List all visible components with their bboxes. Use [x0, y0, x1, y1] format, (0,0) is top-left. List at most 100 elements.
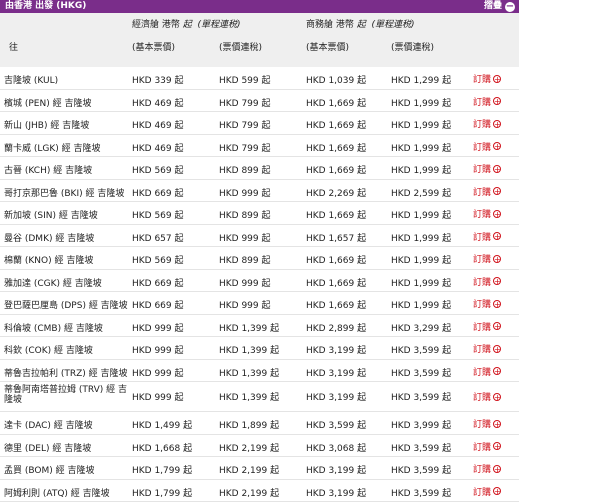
- economy-total-cell: HKD 799 起: [219, 96, 271, 109]
- book-label: 訂購: [473, 95, 491, 108]
- table-row: 科欽 (COK) 經 吉隆坡HKD 999 起HKD 1,399 起HKD 3,…: [0, 337, 519, 360]
- destination-cell: 哥打京那巴魯 (BKI) 經 吉隆坡: [4, 186, 124, 199]
- table-row: 哥打京那巴魯 (BKI) 經 吉隆坡HKD 669 起HKD 999 起HKD …: [0, 180, 519, 203]
- book-button[interactable]: 訂購+: [473, 117, 501, 130]
- plus-circle-icon: +: [493, 322, 501, 330]
- economy-total-cell: HKD 999 起: [219, 276, 271, 289]
- plus-circle-icon: +: [493, 187, 501, 195]
- table-row: 阿姆利則 (ATQ) 經 吉隆坡HKD 1,799 起HKD 2,199 起HK…: [0, 480, 519, 502]
- book-button[interactable]: 訂購+: [473, 185, 501, 198]
- business-base-cell: HKD 1,669 起: [306, 208, 366, 221]
- economy-base-cell: HKD 469 起: [132, 96, 184, 109]
- destination-cell: 科欽 (COK) 經 吉隆坡: [4, 343, 93, 356]
- section-header: 由香港 出發 (HKG) 摺疊 −: [0, 0, 519, 13]
- destination-cell: 新加坡 (SIN) 經 吉隆坡: [4, 208, 98, 221]
- business-base-cell: HKD 3,599 起: [306, 418, 366, 431]
- economy-total-cell: HKD 899 起: [219, 163, 271, 176]
- economy-base-header: (基本票價): [132, 40, 175, 53]
- book-button[interactable]: 訂購+: [473, 440, 501, 453]
- table-row: 達卡 (DAC) 經 吉隆坡HKD 1,499 起HKD 1,899 起HKD …: [0, 412, 519, 435]
- economy-base-cell: HKD 669 起: [132, 298, 184, 311]
- plus-circle-icon: +: [493, 367, 501, 375]
- business-base-header: (基本票價): [306, 40, 349, 53]
- book-button[interactable]: 訂購+: [473, 320, 501, 333]
- economy-base-cell: HKD 669 起: [132, 186, 184, 199]
- book-button[interactable]: 訂購+: [473, 72, 501, 85]
- fare-table: 吉隆坡 (KUL)HKD 339 起HKD 599 起HKD 1,039 起HK…: [0, 67, 519, 502]
- economy-total-cell: HKD 2,199 起: [219, 486, 279, 499]
- book-button[interactable]: 訂購+: [473, 95, 501, 108]
- business-base-cell: HKD 1,669 起: [306, 253, 366, 266]
- business-total-cell: HKD 1,999 起: [391, 253, 451, 266]
- book-label: 訂購: [473, 342, 491, 355]
- table-row: 蒂魯阿南塔普拉姆 (TRV) 經 吉隆坡HKD 999 起HKD 1,399 起…: [0, 382, 519, 412]
- business-total-cell: HKD 1,999 起: [391, 208, 451, 221]
- table-row: 古晉 (KCH) 經 吉隆坡HKD 569 起HKD 899 起HKD 1,66…: [0, 157, 519, 180]
- book-button[interactable]: 訂購+: [473, 462, 501, 475]
- destination-cell: 雅加達 (CGK) 經 吉隆坡: [4, 276, 102, 289]
- destination-cell: 古晉 (KCH) 經 吉隆坡: [4, 163, 92, 176]
- destination-cell: 曼谷 (DMK) 經 吉隆坡: [4, 231, 94, 244]
- book-button[interactable]: 訂購+: [473, 485, 501, 498]
- book-button[interactable]: 訂購+: [473, 297, 501, 310]
- destination-cell: 登巴薩巴厘島 (DPS) 經 吉隆坡: [4, 298, 128, 311]
- book-button[interactable]: 訂購+: [473, 230, 501, 243]
- economy-total-cell: HKD 1,399 起: [219, 366, 279, 379]
- book-label: 訂購: [473, 185, 491, 198]
- book-label: 訂購: [473, 275, 491, 288]
- economy-base-cell: HKD 657 起: [132, 231, 184, 244]
- collapse-label: 摺疊: [484, 0, 502, 13]
- business-total-cell: HKD 3,599 起: [391, 441, 451, 454]
- plus-circle-icon: +: [493, 142, 501, 150]
- table-row: 孟買 (BOM) 經 吉隆坡HKD 1,799 起HKD 2,199 起HKD …: [0, 457, 519, 480]
- economy-base-cell: HKD 569 起: [132, 253, 184, 266]
- book-label: 訂購: [473, 230, 491, 243]
- plus-circle-icon: +: [493, 442, 501, 450]
- economy-total-cell: HKD 1,399 起: [219, 321, 279, 334]
- business-total-header: (票價連稅): [391, 40, 434, 53]
- business-total-cell: HKD 1,999 起: [391, 141, 451, 154]
- economy-header: 經濟艙 港幣 起 (單程連税): [132, 17, 241, 30]
- economy-base-cell: HKD 469 起: [132, 118, 184, 131]
- book-button[interactable]: 訂購+: [473, 390, 501, 403]
- business-base-cell: HKD 1,669 起: [306, 276, 366, 289]
- plus-circle-icon: +: [493, 165, 501, 173]
- book-label: 訂購: [473, 72, 491, 85]
- collapse-button[interactable]: 摺疊 −: [484, 0, 515, 13]
- destination-cell: 新山 (JHB) 經 吉隆坡: [4, 118, 89, 131]
- book-button[interactable]: 訂購+: [473, 275, 501, 288]
- book-button[interactable]: 訂購+: [473, 342, 501, 355]
- book-button[interactable]: 訂購+: [473, 252, 501, 265]
- book-label: 訂購: [473, 297, 491, 310]
- destination-cell: 吉隆坡 (KUL): [4, 73, 58, 86]
- business-total-cell: HKD 1,999 起: [391, 231, 451, 244]
- business-base-cell: HKD 3,199 起: [306, 366, 366, 379]
- economy-total-cell: HKD 799 起: [219, 141, 271, 154]
- destination-cell: 孟買 (BOM) 經 吉隆坡: [4, 463, 94, 476]
- economy-total-cell: HKD 1,899 起: [219, 418, 279, 431]
- business-base-cell: HKD 3,199 起: [306, 343, 366, 356]
- table-row: 登巴薩巴厘島 (DPS) 經 吉隆坡HKD 669 起HKD 999 起HKD …: [0, 292, 519, 315]
- economy-base-cell: HKD 1,799 起: [132, 486, 192, 499]
- economy-total-cell: HKD 899 起: [219, 253, 271, 266]
- book-button[interactable]: 訂購+: [473, 162, 501, 175]
- destination-cell: 棉蘭 (KNO) 經 吉隆坡: [4, 253, 93, 266]
- business-total-cell: HKD 3,599 起: [391, 390, 451, 403]
- book-label: 訂購: [473, 440, 491, 453]
- table-row: 棉蘭 (KNO) 經 吉隆坡 HKD 569 起 HKD 899 起 HKD 1,66…: [0, 247, 519, 270]
- plus-circle-icon: +: [493, 120, 501, 128]
- book-button[interactable]: 訂購+: [473, 140, 501, 153]
- book-button[interactable]: 訂購+: [473, 207, 501, 220]
- destination-cell: 科倫坡 (CMB) 經 吉隆坡: [4, 321, 103, 334]
- plus-circle-icon: +: [493, 420, 501, 428]
- business-base-cell: HKD 1,669 起: [306, 163, 366, 176]
- destination-cell: 蒂魯阿南塔普拉姆 (TRV) 經 吉隆坡: [4, 385, 128, 405]
- table-row: 新山 (JHB) 經 吉隆坡HKD 469 起HKD 799 起HKD 1,66…: [0, 112, 519, 135]
- table-header: 經濟艙 港幣 起 (單程連税) 商務艙 港幣 起 (單程連税) 往 (基本票價)…: [0, 13, 519, 67]
- book-button[interactable]: 訂購+: [473, 417, 501, 430]
- economy-total-cell: HKD 1,399 起: [219, 343, 279, 356]
- book-label: 訂購: [473, 117, 491, 130]
- section-title: 由香港 出發 (HKG): [5, 1, 86, 11]
- book-button[interactable]: 訂購+: [473, 365, 501, 378]
- business-total-cell: HKD 3,599 起: [391, 366, 451, 379]
